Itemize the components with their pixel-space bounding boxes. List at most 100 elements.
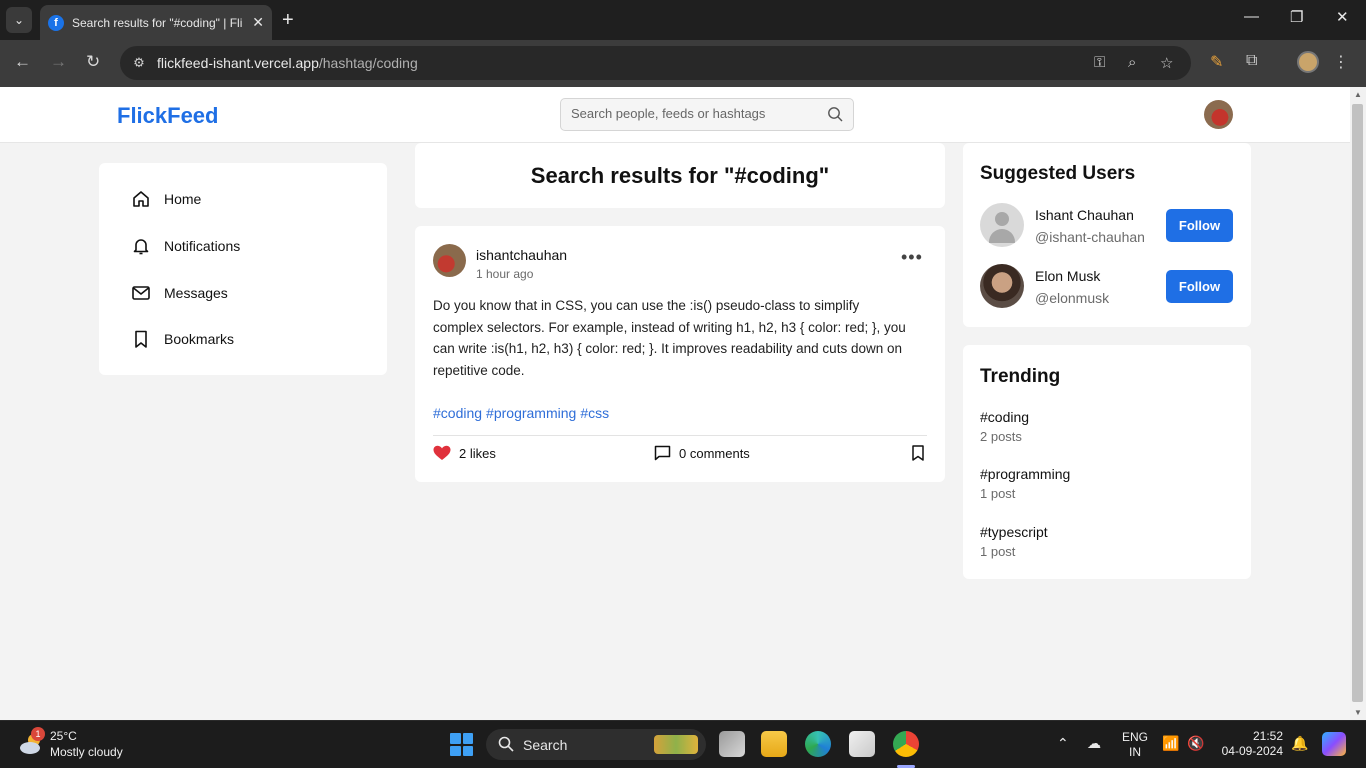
zoom-icon[interactable]: ⌕	[1128, 54, 1136, 71]
scroll-down-arrow[interactable]: ▼	[1354, 708, 1362, 717]
search-highlight-icon	[654, 735, 698, 754]
store-icon[interactable]	[849, 731, 875, 757]
results-header-card: Search results for "#coding"	[415, 143, 945, 208]
suggested-user-handle: @elonmusk	[1035, 290, 1110, 306]
home-icon	[133, 191, 149, 207]
heart-icon	[433, 445, 451, 460]
back-icon[interactable]: ←	[14, 52, 31, 72]
search-box[interactable]	[560, 98, 854, 131]
bookmark-post-button[interactable]	[911, 445, 933, 461]
browser-profile-avatar[interactable]	[1297, 51, 1319, 73]
sidebar-item-label: Home	[164, 191, 202, 207]
trending-item[interactable]: #programming 1 post	[980, 466, 1070, 501]
forward-icon[interactable]: →	[50, 52, 67, 72]
reload-icon[interactable]: ↻	[86, 52, 100, 72]
mail-icon	[132, 286, 150, 300]
new-tab-icon[interactable]: +	[282, 9, 294, 31]
post-timestamp: 1 hour ago	[476, 267, 534, 281]
comments-button[interactable]: 0 comments	[654, 445, 750, 461]
hashtag-link[interactable]: #programming	[486, 405, 576, 421]
trending-heading: Trending	[980, 366, 1061, 387]
browser-menu-icon[interactable]: ⋮	[1333, 52, 1349, 72]
comment-count: 0 comments	[679, 445, 750, 461]
sidebar-item-notifications[interactable]: Notifications	[131, 236, 240, 256]
trending-count: 1 post	[980, 486, 1016, 501]
language-indicator[interactable]: ENG IN	[1122, 730, 1148, 760]
follow-button[interactable]: Follow	[1166, 270, 1233, 303]
like-button[interactable]: 2 likes	[433, 445, 496, 461]
browser-tab[interactable]: f Search results for "#coding" | FlickFe…	[40, 5, 272, 40]
post-options-icon[interactable]: •••	[901, 248, 923, 266]
follow-button[interactable]: Follow	[1166, 209, 1233, 242]
user-avatar[interactable]	[1204, 100, 1233, 129]
url-text[interactable]: flickfeed-ishant.vercel.app/hashtag/codi…	[157, 55, 418, 71]
onedrive-icon[interactable]: ☁	[1087, 735, 1101, 752]
weather-badge: 1	[31, 727, 45, 741]
taskbar-search[interactable]: Search	[486, 729, 706, 760]
tab-close-icon[interactable]: ✕	[252, 14, 264, 31]
site-info-icon[interactable]: ⚙	[128, 52, 150, 74]
sidebar-item-home[interactable]: Home	[131, 189, 201, 209]
tab-title: Search results for "#coding" | FlickFeed	[72, 15, 242, 30]
task-view-icon[interactable]	[719, 731, 745, 757]
clock-time: 21:52	[1252, 729, 1283, 743]
trending-item[interactable]: #typescript 1 post	[980, 524, 1048, 559]
taskbar-search-icon	[498, 736, 514, 752]
sidebar-item-messages[interactable]: Messages	[131, 283, 228, 303]
bookmark-star-icon[interactable]: ☆	[1160, 54, 1173, 72]
restore-icon[interactable]: ❐	[1290, 8, 1303, 26]
page-scrollbar[interactable]: ▲ ▼	[1350, 87, 1366, 720]
search-input[interactable]	[571, 106, 811, 121]
file-explorer-icon[interactable]	[761, 731, 787, 757]
post-divider	[433, 435, 927, 436]
suggested-user-row: Elon Musk @elonmusk Follow	[980, 264, 1234, 310]
temperature[interactable]: 25°C	[50, 729, 77, 743]
suggested-users-card: Suggested Users Ishant Chauhan @ishant-c…	[963, 143, 1251, 327]
chrome-icon[interactable]	[893, 731, 919, 757]
tab-search-button[interactable]: ⌄	[6, 7, 32, 33]
hashtag-link[interactable]: #coding	[433, 405, 482, 421]
search-icon[interactable]	[827, 106, 843, 122]
minimize-icon[interactable]: —	[1244, 8, 1259, 25]
weather-condition[interactable]: Mostly cloudy	[50, 745, 123, 759]
window-close-icon[interactable]: ✕	[1336, 8, 1349, 26]
post-author-avatar[interactable]	[433, 244, 466, 277]
edge-icon[interactable]	[805, 731, 831, 757]
notification-bell-icon[interactable]: 🔔	[1291, 735, 1308, 752]
wifi-icon[interactable]: 📶	[1162, 735, 1179, 752]
extensions-icon[interactable]: ⧉	[1246, 52, 1257, 70]
sidebar-item-label: Bookmarks	[164, 331, 235, 347]
password-key-icon[interactable]: ⚿	[1094, 54, 1105, 71]
system-clock[interactable]: 21:52 04-09-2024	[1218, 729, 1283, 759]
copilot-icon[interactable]	[1322, 732, 1346, 756]
browser-toolbar: ← → ↻ ⚙ flickfeed-ishant.vercel.app/hash…	[0, 40, 1366, 87]
hashtag-link[interactable]: #css	[580, 405, 609, 421]
site-logo[interactable]: FlickFeed	[117, 103, 218, 129]
suggested-user-name[interactable]: Ishant Chauhan	[1035, 207, 1134, 223]
scroll-up-arrow[interactable]: ▲	[1354, 90, 1362, 99]
sidebar-item-bookmarks[interactable]: Bookmarks	[131, 329, 234, 349]
post-card: ishantchauhan 1 hour ago ••• Do you know…	[415, 226, 945, 482]
scroll-thumb[interactable]	[1352, 104, 1363, 702]
sidebar-item-label: Messages	[164, 285, 228, 301]
page-title: Search results for "#coding"	[530, 163, 830, 188]
default-avatar-icon[interactable]	[980, 203, 1024, 247]
trending-tag: #coding	[980, 409, 1030, 425]
post-hashtags: #coding #programming #css	[433, 405, 613, 421]
bell-icon	[133, 239, 149, 255]
windows-start-icon[interactable]	[450, 733, 473, 756]
address-bar[interactable]: ⚙ flickfeed-ishant.vercel.app/hashtag/co…	[120, 46, 1191, 80]
user-photo-avatar[interactable]	[980, 264, 1024, 308]
suggested-user-name[interactable]: Elon Musk	[1035, 268, 1100, 284]
site-header: FlickFeed	[0, 87, 1350, 143]
post-author-name[interactable]: ishantchauhan	[476, 247, 567, 263]
trending-count: 2 posts	[980, 429, 1022, 444]
language-code: ENG	[1122, 730, 1149, 744]
site-favicon: f	[48, 14, 64, 31]
volume-muted-icon[interactable]: 🔇	[1187, 735, 1204, 752]
suggested-user-row: Ishant Chauhan @ishant-chauhan Follow	[980, 203, 1234, 249]
show-hidden-icons-icon[interactable]: ⌃	[1057, 735, 1069, 752]
trending-item[interactable]: #coding 2 posts	[980, 409, 1029, 444]
pen-extension-icon[interactable]: ✎	[1210, 52, 1223, 72]
suggested-user-handle: @ishant-chauhan	[1035, 229, 1145, 245]
